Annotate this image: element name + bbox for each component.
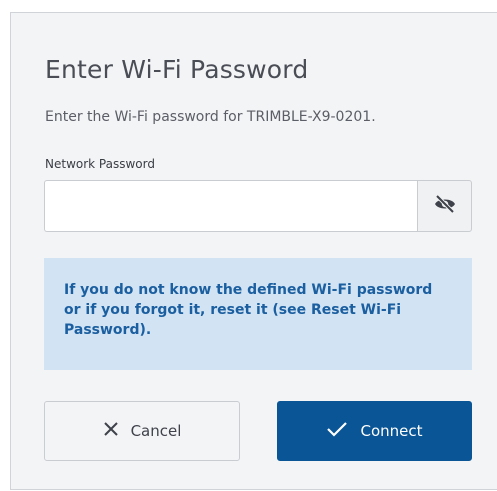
dialog-subtitle: Enter the Wi-Fi password for TRIMBLE-X9-… xyxy=(45,109,376,125)
info-message: If you do not know the defined Wi-Fi pas… xyxy=(44,258,472,370)
checkmark-icon xyxy=(326,421,360,441)
cancel-button[interactable]: Cancel xyxy=(44,401,240,461)
toggle-password-visibility-button[interactable] xyxy=(417,180,472,232)
network-password-input[interactable] xyxy=(44,180,417,232)
connect-button-label: Connect xyxy=(360,422,423,440)
cancel-button-label: Cancel xyxy=(130,422,182,440)
dialog-title: Enter Wi-Fi Password xyxy=(45,55,309,84)
eye-slash-icon xyxy=(433,194,457,218)
connect-button[interactable]: Connect xyxy=(277,401,472,461)
info-message-text: If you do not know the defined Wi-Fi pas… xyxy=(64,282,433,338)
wifi-password-dialog: Enter Wi-Fi Password Enter the Wi-Fi pas… xyxy=(10,12,497,490)
close-icon xyxy=(103,421,131,441)
network-password-label: Network Password xyxy=(45,157,155,171)
